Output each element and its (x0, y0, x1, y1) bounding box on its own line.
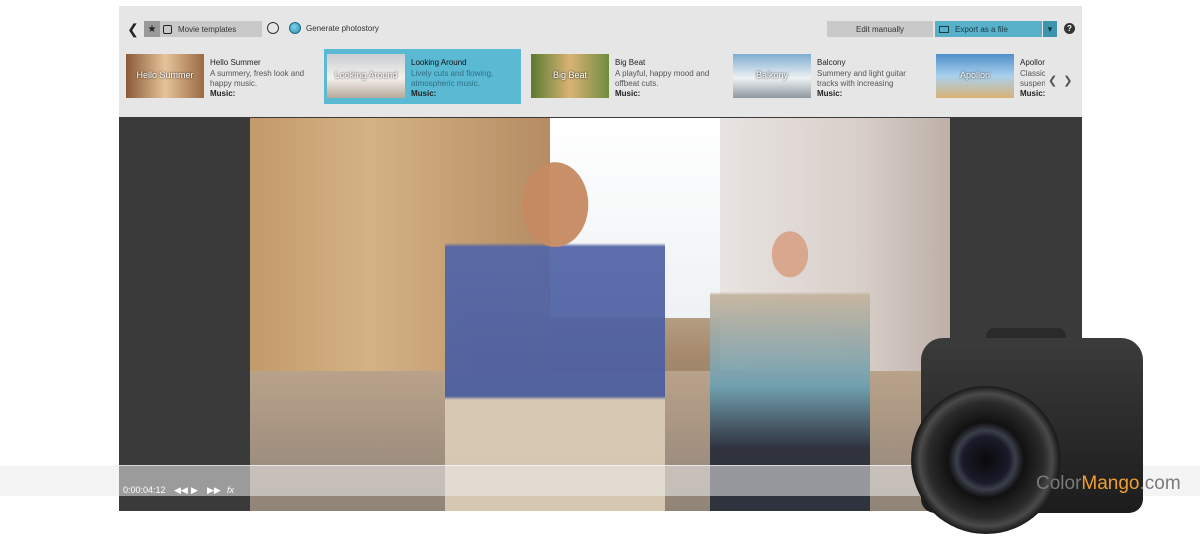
template-looking-around[interactable]: Looking Around Looking Around Lively cut… (324, 49, 521, 104)
template-list: Hello Summer Hello Summer A summery, fre… (119, 49, 1082, 104)
generate-photostory-icon[interactable] (289, 22, 301, 34)
help-icon[interactable]: ? (1064, 23, 1075, 34)
watermark: ColorMango.com (1036, 473, 1181, 494)
movie-templates-label: Movie templates (178, 24, 237, 34)
export-dropdown-chevron-icon[interactable]: ▾ (1043, 21, 1057, 37)
duration-icon[interactable] (267, 22, 279, 34)
template-big-beat[interactable]: Big Beat Big Beat A playful, happy mood … (528, 49, 725, 104)
video-preview[interactable] (250, 118, 950, 511)
template-thumbnail: Balkony (733, 54, 811, 98)
camera-graphic-icon (911, 328, 1143, 534)
effects-icon[interactable]: fx (227, 485, 234, 495)
template-thumbnail: Apollon (936, 54, 1014, 98)
back-arrow-icon[interactable]: ❮ (127, 20, 139, 38)
template-thumbnail: Hello Summer (126, 54, 204, 98)
toolbar: ❮ ★ Movie templates Generate photostory … (119, 6, 1082, 117)
export-label: Export as a file (955, 24, 1008, 34)
scroll-left-icon[interactable]: ❮ (1048, 75, 1063, 87)
export-as-file-button[interactable]: Export as a file (935, 21, 1042, 37)
template-icon (163, 24, 172, 34)
generate-photostory-button[interactable]: Generate photostory (306, 22, 379, 34)
scroll-right-icon[interactable]: ❯ (1063, 75, 1078, 87)
monitor-icon (939, 25, 949, 33)
play-icon[interactable]: ▶ (191, 485, 198, 496)
film-icon[interactable]: ★ (144, 21, 160, 37)
template-thumbnail: Big Beat (531, 54, 609, 98)
playback-time: 0:00:04:12 (123, 485, 166, 495)
template-scroll-arrows: ❮❯ (1048, 74, 1078, 87)
movie-templates-button[interactable]: Movie templates (160, 21, 262, 37)
rewind-icon[interactable]: ◀◀ (174, 485, 188, 496)
preview-person-man (445, 128, 665, 511)
template-hello-summer[interactable]: Hello Summer Hello Summer A summery, fre… (123, 49, 318, 104)
template-thumbnail: Looking Around (327, 54, 405, 98)
fast-forward-icon[interactable]: ▶▶ (207, 485, 221, 496)
template-balcony[interactable]: Balkony Balcony Summery and light guitar… (730, 49, 927, 104)
edit-manually-button[interactable]: Edit manually (827, 21, 933, 37)
template-apollon[interactable]: Apollon Apollon Classic suspen Music: (933, 49, 1045, 104)
